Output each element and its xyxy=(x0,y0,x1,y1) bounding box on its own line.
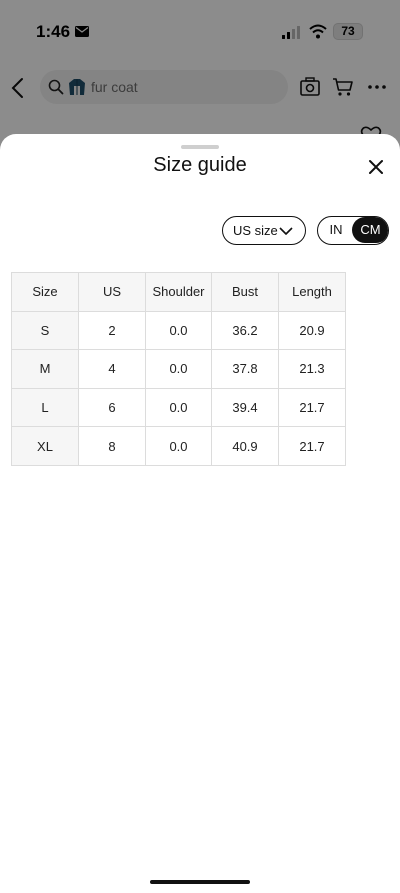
cell-us: 2 xyxy=(78,310,146,351)
cell-bust: 39.4 xyxy=(211,387,279,428)
size-guide-sheet: Size guide US size IN CM Size US Shoulde… xyxy=(0,134,400,893)
cell-us: 8 xyxy=(78,426,146,466)
size-table: Size US Shoulder Bust Length S 2 0.0 36.… xyxy=(11,272,346,466)
cell-us: 4 xyxy=(78,349,146,389)
cell-bust: 36.2 xyxy=(211,310,279,351)
size-system-label: US size xyxy=(233,223,278,238)
table-header-row: Size US Shoulder Bust Length xyxy=(11,272,346,312)
unit-toggle: IN CM xyxy=(317,216,389,245)
chevron-down-icon xyxy=(279,227,293,235)
unit-cm-option[interactable]: CM xyxy=(352,217,388,243)
cell-length: 21.3 xyxy=(278,349,346,389)
cell-shoulder: 0.0 xyxy=(145,387,212,428)
unit-in-option[interactable]: IN xyxy=(318,217,354,243)
header-size: Size xyxy=(11,272,79,312)
cell-length: 21.7 xyxy=(278,426,346,466)
cell-length: 21.7 xyxy=(278,387,346,428)
cell-us: 6 xyxy=(78,387,146,428)
table-row: S 2 0.0 36.2 20.9 xyxy=(11,310,346,351)
header-us: US xyxy=(78,272,146,312)
table-row: XL 8 0.0 40.9 21.7 xyxy=(11,426,346,466)
table-row: M 4 0.0 37.8 21.3 xyxy=(11,349,346,389)
cell-shoulder: 0.0 xyxy=(145,310,212,351)
close-icon[interactable] xyxy=(365,156,387,178)
table-row: L 6 0.0 39.4 21.7 xyxy=(11,387,346,428)
drag-handle[interactable] xyxy=(181,145,219,149)
size-system-dropdown[interactable]: US size xyxy=(222,216,306,245)
cell-shoulder: 0.0 xyxy=(145,426,212,466)
header-shoulder: Shoulder xyxy=(145,272,212,312)
home-indicator[interactable] xyxy=(150,880,250,884)
header-length: Length xyxy=(278,272,346,312)
cell-bust: 37.8 xyxy=(211,349,279,389)
cell-shoulder: 0.0 xyxy=(145,349,212,389)
cell-bust: 40.9 xyxy=(211,426,279,466)
cell-size: XL xyxy=(11,426,79,466)
sheet-title: Size guide xyxy=(153,154,247,176)
header-bust: Bust xyxy=(211,272,279,312)
cell-size: M xyxy=(11,349,79,389)
cell-size: S xyxy=(11,310,79,351)
cell-length: 20.9 xyxy=(278,310,346,351)
cell-size: L xyxy=(11,387,79,428)
